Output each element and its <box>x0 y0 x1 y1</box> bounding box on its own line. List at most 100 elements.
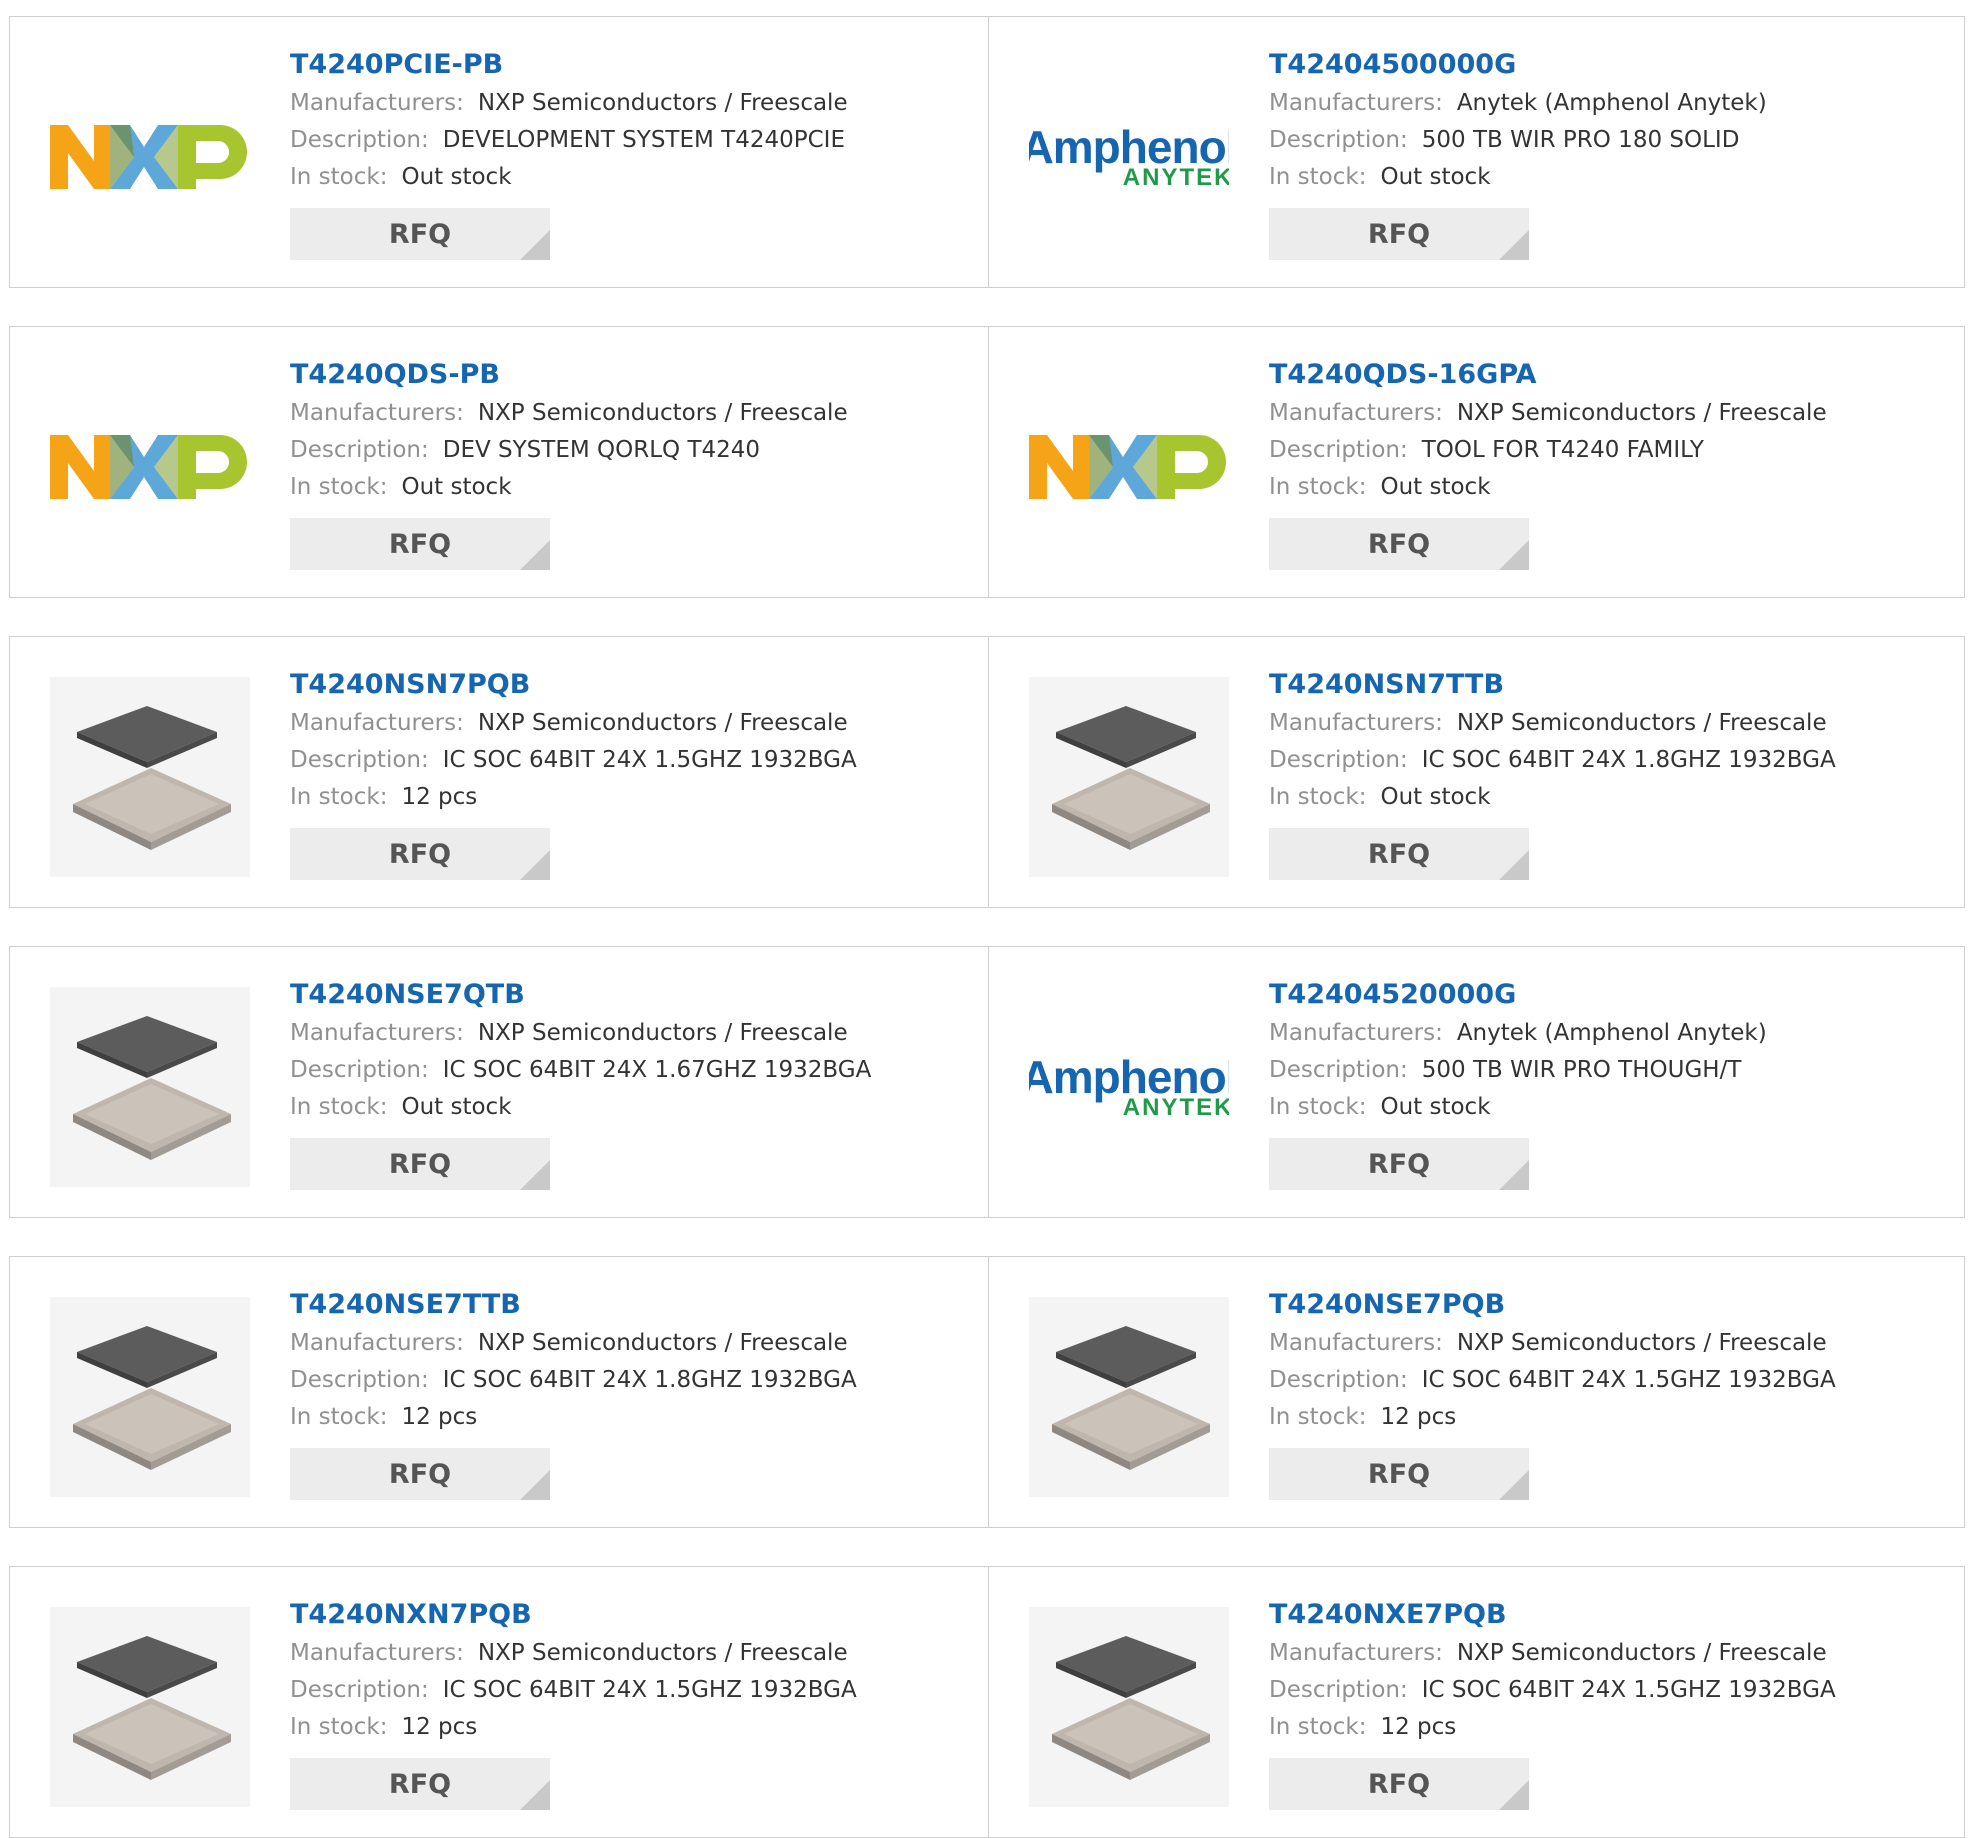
product-image <box>50 1607 250 1807</box>
stock-line: In stock: 12 pcs <box>290 1709 970 1746</box>
rfq-button[interactable]: RFQ <box>290 518 550 570</box>
part-number-link[interactable]: T4240NSE7QTB <box>290 975 970 1015</box>
product-row: T4240NXN7PQB Manufacturers: NXP Semiconduc… <box>9 1566 1965 1838</box>
stock-line: In stock: 12 pcs <box>1269 1709 1949 1746</box>
manufacturers-line: Manufacturers: NXP Semiconductors / Frees… <box>290 1325 970 1362</box>
stock-value: Out stock <box>1380 474 1491 500</box>
manufacturers-line: Manufacturers: NXP Semiconductors / Frees… <box>290 705 970 742</box>
product-card: T4240QDS-PB Manufacturers: NXP Semiconduct… <box>10 327 988 597</box>
description-label: Description: <box>1269 437 1408 463</box>
stock-value: Out stock <box>1380 164 1491 190</box>
chip-package-image <box>73 1016 231 1160</box>
part-number-link[interactable]: T42404520000G <box>1269 975 1949 1015</box>
manufacturers-value: NXP Semiconductors / Freescale <box>477 400 848 426</box>
stock-line: In stock: 12 pcs <box>290 1399 970 1436</box>
rfq-label: RFQ <box>1367 528 1431 560</box>
part-number-link[interactable]: T4240NSN7TTB <box>1269 665 1949 705</box>
stock-label: In stock: <box>290 784 388 810</box>
manufacturers-label: Manufacturers: <box>290 1020 464 1046</box>
manufacturers-label: Manufacturers: <box>290 710 464 736</box>
rfq-button[interactable]: RFQ <box>290 1138 550 1190</box>
chip-package-image <box>73 706 231 850</box>
stock-label: In stock: <box>290 1714 388 1740</box>
rfq-button[interactable]: RFQ <box>290 828 550 880</box>
part-number-link[interactable]: T4240PCIE-PB <box>290 45 970 85</box>
manufacturers-line: Manufacturers: NXP Semiconductors / Frees… <box>1269 705 1949 742</box>
rfq-button[interactable]: RFQ <box>290 1448 550 1500</box>
stock-label: In stock: <box>1269 1404 1367 1430</box>
description-line: Description: 500 TB WIR PRO 180 SOLID <box>1269 122 1949 159</box>
rfq-button[interactable]: RFQ <box>290 1758 550 1810</box>
part-number-link[interactable]: T4240QDS-16GPA <box>1269 355 1949 395</box>
product-image <box>1029 1607 1229 1807</box>
manufacturers-label: Manufacturers: <box>1269 710 1443 736</box>
product-info: T4240NSE7QTB Manufacturers: NXP Semiconduc… <box>290 975 970 1190</box>
description-value: DEVELOPMENT SYSTEM T4240PCIE <box>442 127 845 153</box>
manufacturers-label: Manufacturers: <box>290 1330 464 1356</box>
product-info: T4240NSN7TTB Manufacturers: NXP Semiconduc… <box>1269 665 1949 880</box>
product-card: T4240NXE7PQB Manufacturers: NXP Semiconduc… <box>989 1567 1967 1837</box>
rfq-corner-decoration <box>1499 1160 1529 1190</box>
chip-package-image <box>73 1636 231 1780</box>
rfq-corner-decoration <box>520 1780 550 1810</box>
description-label: Description: <box>290 1677 429 1703</box>
product-card: T4240NXN7PQB Manufacturers: NXP Semiconduc… <box>10 1567 988 1837</box>
description-line: Description: IC SOC 64BIT 24X 1.5GHZ 1932… <box>290 1672 970 1709</box>
rfq-button[interactable]: RFQ <box>1269 208 1529 260</box>
stock-value: 12 pcs <box>401 1404 478 1430</box>
manufacturers-value: NXP Semiconductors / Freescale <box>1456 1330 1827 1356</box>
description-value: IC SOC 64BIT 24X 1.8GHZ 1932BGA <box>442 1367 857 1393</box>
chip-package-image <box>73 1326 231 1470</box>
rfq-button[interactable]: RFQ <box>1269 1448 1529 1500</box>
part-number-link[interactable]: T4240NSN7PQB <box>290 665 970 705</box>
description-value: IC SOC 64BIT 24X 1.5GHZ 1932BGA <box>1421 1677 1836 1703</box>
stock-line: In stock: Out stock <box>290 1089 970 1126</box>
rfq-label: RFQ <box>1367 1148 1431 1180</box>
part-number-link[interactable]: T4240QDS-PB <box>290 355 970 395</box>
manufacturers-value: Anytek (Amphenol Anytek) <box>1456 1020 1767 1046</box>
stock-label: In stock: <box>290 164 388 190</box>
manufacturers-value: NXP Semiconductors / Freescale <box>477 1020 848 1046</box>
stock-line: In stock: Out stock <box>1269 779 1949 816</box>
chip-package-image <box>1052 706 1210 850</box>
manufacturers-line: Manufacturers: NXP Semiconductors / Frees… <box>290 85 970 122</box>
stock-label: In stock: <box>1269 474 1367 500</box>
rfq-corner-decoration <box>1499 1470 1529 1500</box>
rfq-button[interactable]: RFQ <box>290 208 550 260</box>
description-label: Description: <box>1269 1367 1408 1393</box>
rfq-button[interactable]: RFQ <box>1269 1138 1529 1190</box>
product-image: Amphenol ANYTEK <box>1029 987 1229 1187</box>
product-image <box>50 367 250 567</box>
description-line: Description: IC SOC 64BIT 24X 1.8GHZ 1932… <box>290 1362 970 1399</box>
product-card: T4240NSE7QTB Manufacturers: NXP Semiconduc… <box>10 947 988 1217</box>
part-number-link[interactable]: T4240NSE7TTB <box>290 1285 970 1325</box>
description-label: Description: <box>1269 1057 1408 1083</box>
stock-label: In stock: <box>1269 784 1367 810</box>
stock-line: In stock: 12 pcs <box>290 779 970 816</box>
part-number-link[interactable]: T42404500000G <box>1269 45 1949 85</box>
product-image <box>50 677 250 877</box>
part-number-link[interactable]: T4240NXN7PQB <box>290 1595 970 1635</box>
rfq-corner-decoration <box>1499 1780 1529 1810</box>
rfq-label: RFQ <box>388 1148 452 1180</box>
rfq-button[interactable]: RFQ <box>1269 1758 1529 1810</box>
rfq-corner-decoration <box>520 540 550 570</box>
manufacturers-line: Manufacturers: NXP Semiconductors / Frees… <box>1269 1635 1949 1672</box>
manufacturers-label: Manufacturers: <box>1269 400 1443 426</box>
part-number-link[interactable]: T4240NSE7PQB <box>1269 1285 1949 1325</box>
rfq-button[interactable]: RFQ <box>1269 518 1529 570</box>
product-image <box>1029 367 1229 567</box>
product-image <box>50 57 250 257</box>
description-value: 500 TB WIR PRO THOUGH/T <box>1421 1057 1742 1083</box>
rfq-button[interactable]: RFQ <box>1269 828 1529 880</box>
product-row: T4240QDS-PB Manufacturers: NXP Semiconduct… <box>9 326 1965 598</box>
part-number-link[interactable]: T4240NXE7PQB <box>1269 1595 1949 1635</box>
stock-line: In stock: Out stock <box>1269 469 1949 506</box>
nxp-logo <box>50 435 247 499</box>
product-image: Amphenol ANYTEK <box>1029 57 1229 257</box>
manufacturers-value: NXP Semiconductors / Freescale <box>477 1640 848 1666</box>
rfq-label: RFQ <box>1367 1768 1431 1800</box>
manufacturers-line: Manufacturers: NXP Semiconductors / Frees… <box>290 1635 970 1672</box>
rfq-label: RFQ <box>1367 838 1431 870</box>
manufacturers-value: NXP Semiconductors / Freescale <box>1456 400 1827 426</box>
